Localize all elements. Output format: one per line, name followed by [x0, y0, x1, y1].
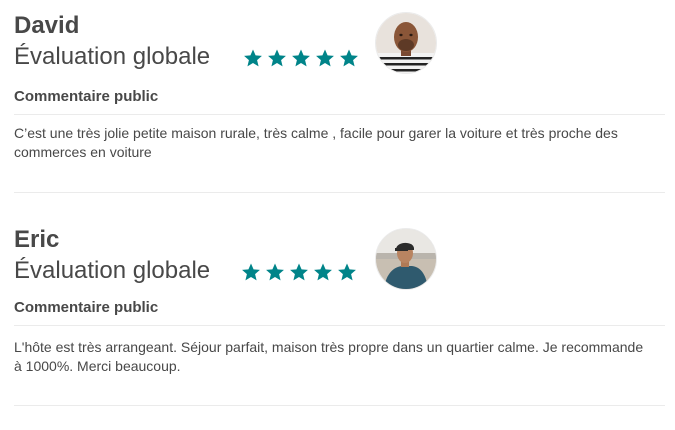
divider: [14, 325, 665, 326]
star-icon: [292, 49, 310, 67]
reviewer-name: Eric: [14, 226, 60, 253]
divider: [14, 192, 665, 193]
star-rating: [241, 262, 357, 282]
star-icon: [338, 263, 356, 281]
star-icon: [290, 263, 308, 281]
review-card: Eric Évaluation globale Commentaire publ…: [14, 226, 665, 408]
review-comment: C’est une très jolie petite maison rural…: [14, 125, 618, 160]
overall-rating-label: Évaluation globale: [14, 43, 211, 70]
star-icon: [314, 263, 332, 281]
star-rating: [243, 48, 359, 68]
star-icon: [266, 263, 284, 281]
review-card: David Évaluation globale Commentaire pub…: [14, 12, 665, 194]
comment-heading: Commentaire public: [14, 299, 159, 316]
star-icon: [268, 49, 286, 67]
star-icon: [340, 49, 358, 67]
reviewer-avatar[interactable]: [375, 228, 437, 290]
reviewer-name: David: [14, 12, 80, 39]
overall-rating-label: Évaluation globale: [14, 257, 211, 284]
divider: [14, 405, 665, 406]
review-comment: L'hôte est très arrangeant. Séjour parfa…: [14, 339, 644, 374]
reviewer-avatar[interactable]: [375, 12, 437, 74]
divider: [14, 114, 665, 115]
star-icon: [316, 49, 334, 67]
star-icon: [242, 263, 260, 281]
comment-heading: Commentaire public: [14, 88, 159, 105]
star-icon: [244, 49, 262, 67]
